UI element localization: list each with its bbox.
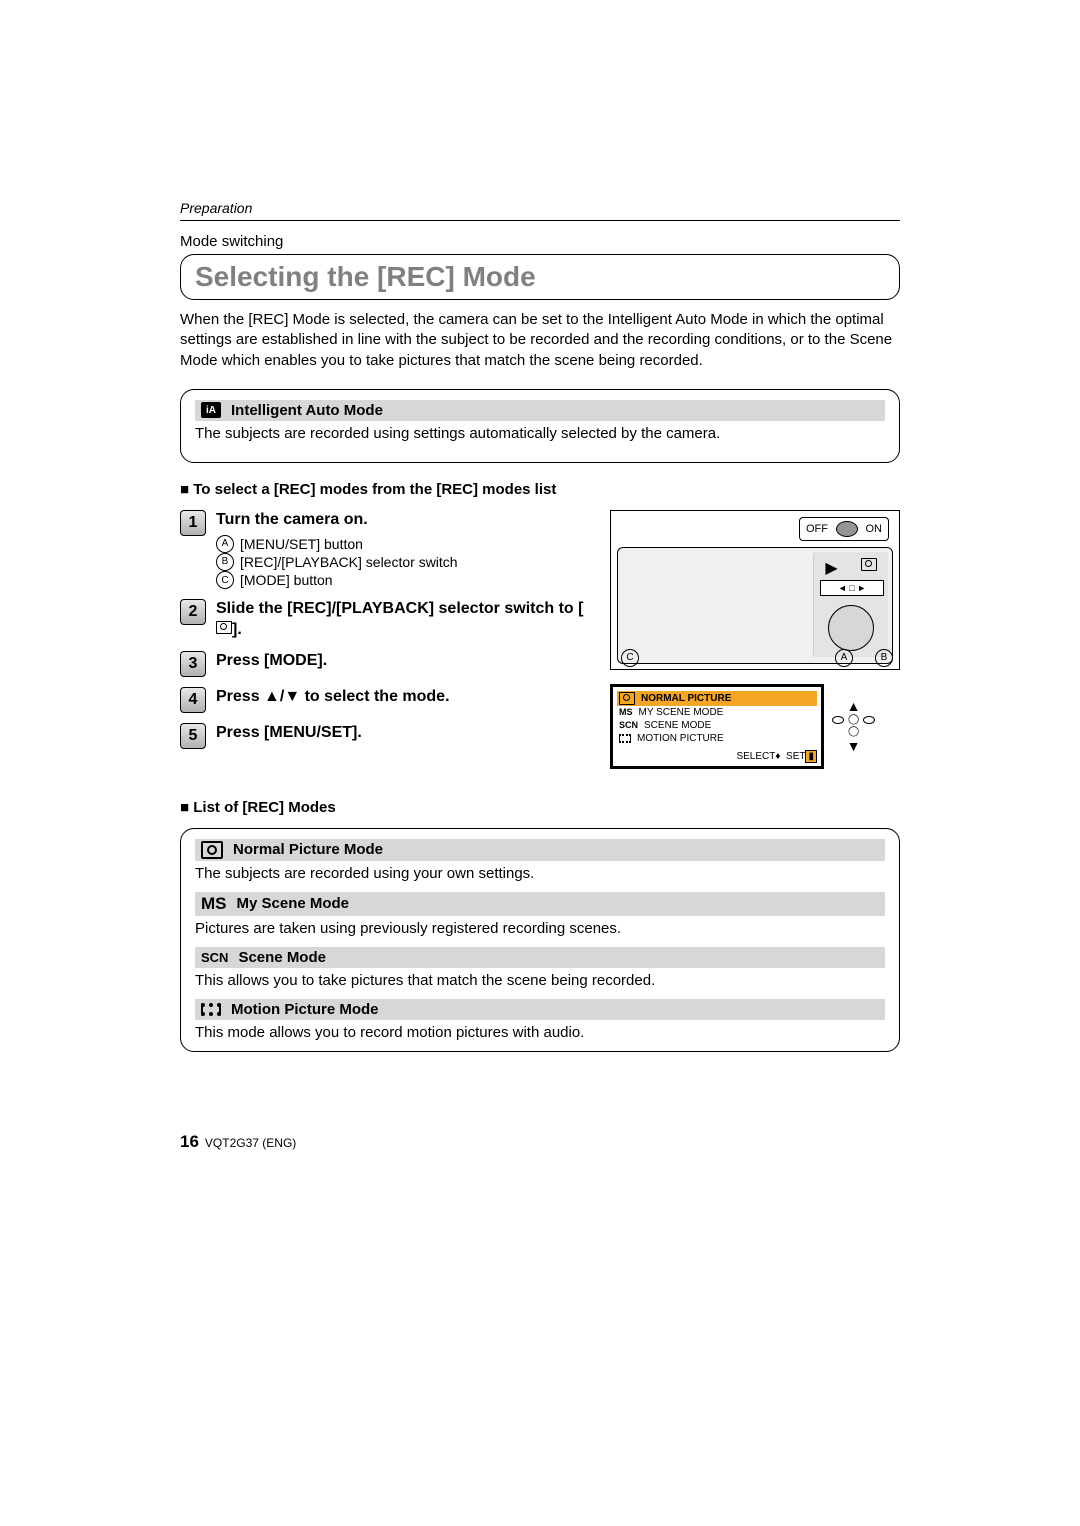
callout-c: C: [621, 649, 639, 667]
camera-icon: [201, 841, 223, 859]
film-icon: [201, 1003, 221, 1016]
scn-icon: SCN: [201, 950, 228, 965]
control-panel: ▶ ◄ □ ►: [813, 552, 888, 657]
camera-icon: [619, 692, 635, 705]
step-title: Turn the camera on.: [216, 510, 458, 531]
step-number: 3: [180, 651, 206, 677]
selector-switch: ◄ □ ►: [820, 580, 884, 596]
substep-text: [REC]/[PLAYBACK] selector switch: [240, 553, 458, 571]
select-heading: To select a [REC] modes from the [REC] m…: [180, 481, 900, 498]
camera-icon: [861, 558, 877, 571]
ia-mode-header: iA Intelligent Auto Mode: [195, 400, 885, 421]
step-number: 5: [180, 723, 206, 749]
step-title: Press ▲/▼ to select the mode.: [216, 687, 450, 708]
dpad-icon: [828, 605, 874, 651]
mode-motion-header: Motion Picture Mode: [195, 999, 885, 1020]
mode-title: Motion Picture Mode: [231, 1001, 379, 1018]
menu-diagram: NORMAL PICTURE MSMY SCENE MODE SCNSCENE …: [610, 684, 900, 769]
down-arrow-icon: ▼: [847, 739, 861, 753]
ms-icon: MS: [201, 894, 227, 914]
section-label: Preparation: [180, 200, 900, 221]
ia-mode-title: Intelligent Auto Mode: [231, 402, 383, 419]
menu-item-myscene: MSMY SCENE MODE: [617, 706, 817, 719]
menu-item-normal: NORMAL PICTURE: [617, 691, 817, 706]
step-number: 1: [180, 510, 206, 536]
menu-item-scene: SCNSCENE MODE: [617, 719, 817, 732]
subheader: Mode switching: [180, 233, 900, 250]
manual-page: Preparation Mode switching Selecting the…: [0, 0, 1080, 1232]
circle-letter-c: C: [216, 571, 234, 589]
mode-normal-header: Normal Picture Mode: [195, 839, 885, 861]
steps-row: 1 Turn the camera on. A [MENU/SET] button…: [180, 510, 900, 769]
film-icon: [619, 734, 631, 743]
step-title: Slide the [REC]/[PLAYBACK] selector swit…: [216, 600, 583, 617]
ia-mode-desc: The subjects are recorded using settings…: [195, 425, 885, 442]
page-title: Selecting the [REC] Mode: [195, 261, 885, 293]
menu-footer: SELECT♦ SET▮: [617, 751, 817, 762]
menu-screen: NORMAL PICTURE MSMY SCENE MODE SCNSCENE …: [610, 684, 824, 769]
doc-code: VQT2G37 (ENG): [205, 1136, 296, 1150]
camera-diagram: OFF ON ▶ ◄ □ ►: [610, 510, 900, 670]
onoff-knob: [836, 521, 858, 537]
off-label: OFF: [806, 523, 828, 535]
step-number: 2: [180, 599, 206, 625]
step-title: Press [MENU/SET].: [216, 723, 362, 744]
mode-scene-header: SCN Scene Mode: [195, 947, 885, 968]
on-label: ON: [866, 523, 883, 535]
mode-desc: The subjects are recorded using your own…: [195, 865, 885, 882]
step-1: 1 Turn the camera on. A [MENU/SET] button…: [180, 510, 590, 589]
diagram-column: OFF ON ▶ ◄ □ ►: [610, 510, 900, 769]
ia-icon: iA: [201, 402, 221, 418]
substep-text: [MENU/SET] button: [240, 535, 363, 553]
page-number: 16: [180, 1132, 199, 1152]
playback-icon: ▶: [825, 558, 837, 578]
step-4: 4 Press ▲/▼ to select the mode.: [180, 687, 590, 713]
page-footer: 16 VQT2G37 (ENG): [180, 1132, 900, 1152]
ia-mode-box: iA Intelligent Auto Mode The subjects ar…: [180, 389, 900, 463]
nav-arrows: ▲ ◯ ◯ ▼: [832, 699, 875, 753]
camera-icon: [216, 621, 232, 634]
callout-a: A: [835, 649, 853, 667]
mode-desc: Pictures are taken using previously regi…: [195, 920, 885, 937]
circle-letter-a: A: [216, 535, 234, 553]
intro-text: When the [REC] Mode is selected, the cam…: [180, 310, 900, 371]
list-heading: List of [REC] Modes: [180, 799, 900, 816]
mode-desc: This allows you to take pictures that ma…: [195, 972, 885, 989]
mode-desc: This mode allows you to record motion pi…: [195, 1024, 885, 1041]
callout-b: B: [875, 649, 893, 667]
menu-item-motion: MOTION PICTURE: [617, 732, 817, 745]
step-5: 5 Press [MENU/SET].: [180, 723, 590, 749]
steps-column: 1 Turn the camera on. A [MENU/SET] button…: [180, 510, 590, 769]
step-title-suffix: ].: [232, 621, 242, 638]
camera-body: ▶ ◄ □ ►: [617, 547, 893, 664]
up-arrow-icon: ▲: [847, 699, 861, 713]
step-3: 3 Press [MODE].: [180, 651, 590, 677]
mode-title: Scene Mode: [238, 949, 326, 966]
step-title: Press [MODE].: [216, 651, 327, 672]
substep-text: [MODE] button: [240, 571, 333, 589]
circle-letter-b: B: [216, 553, 234, 571]
substep-list: A [MENU/SET] button B [REC]/[PLAYBACK] sel…: [216, 535, 458, 590]
mode-title: Normal Picture Mode: [233, 841, 383, 858]
onoff-switch: OFF ON: [799, 517, 889, 541]
rec-modes-box: Normal Picture Mode The subjects are rec…: [180, 828, 900, 1052]
mode-title: My Scene Mode: [237, 895, 350, 912]
title-banner: Selecting the [REC] Mode: [180, 254, 900, 300]
step-2: 2 Slide the [REC]/[PLAYBACK] selector sw…: [180, 599, 590, 641]
step-number: 4: [180, 687, 206, 713]
mode-myscene-header: MS My Scene Mode: [195, 892, 885, 916]
